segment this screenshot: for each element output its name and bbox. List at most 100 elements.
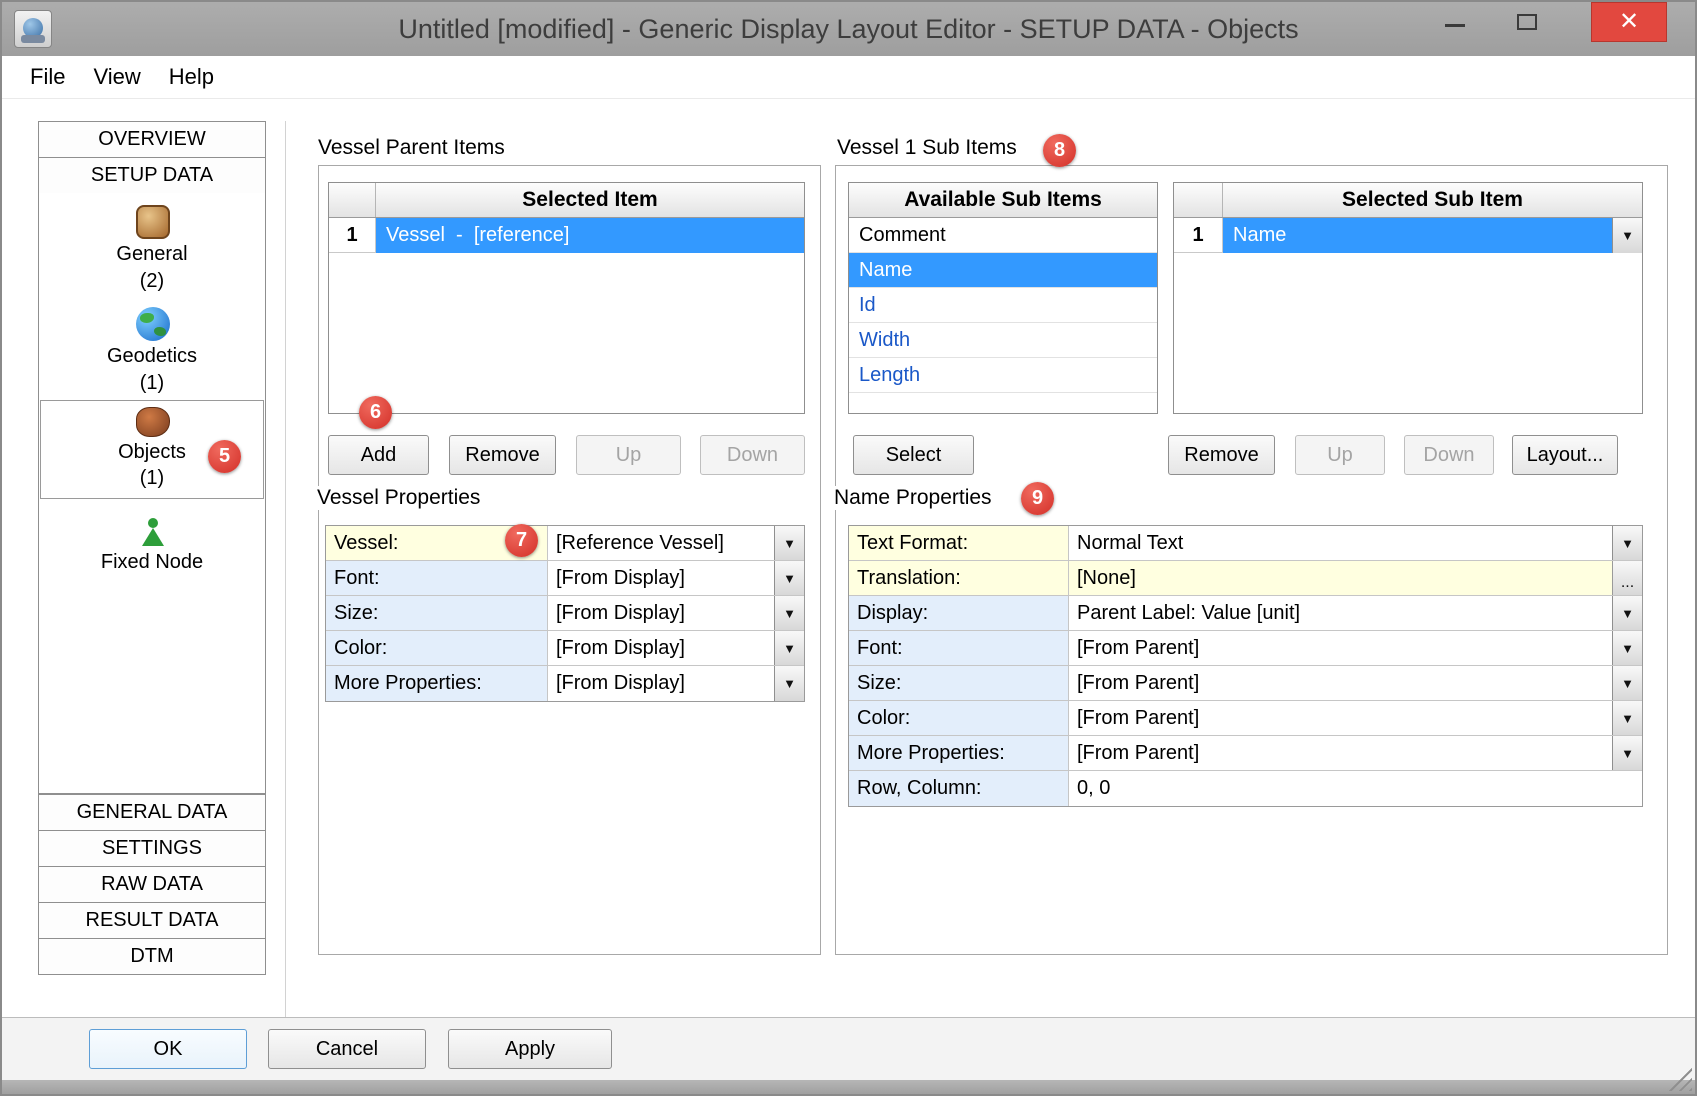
size-value[interactable]: [From Display] bbox=[548, 596, 774, 630]
sidebar-item-overview[interactable]: OVERVIEW bbox=[38, 121, 266, 158]
display-row[interactable]: Display: Parent Label: Value [unit] ▼ bbox=[849, 596, 1642, 631]
color-row[interactable]: Color: [From Display] ▼ bbox=[326, 631, 804, 666]
up-button[interactable]: Up bbox=[576, 435, 681, 475]
fixed-node-head-icon bbox=[148, 518, 158, 528]
size-dropdown-icon[interactable]: ▼ bbox=[774, 596, 804, 630]
name-size-dropdown-icon[interactable]: ▼ bbox=[1612, 666, 1642, 700]
cancel-button[interactable]: Cancel bbox=[268, 1029, 426, 1069]
font-label: Font: bbox=[326, 561, 548, 595]
remove-button[interactable]: Remove bbox=[449, 435, 556, 475]
sidebar-item-general[interactable]: General bbox=[39, 243, 265, 266]
font-value[interactable]: [From Display] bbox=[548, 561, 774, 595]
content-divider bbox=[285, 121, 286, 1017]
name-color-label: Color: bbox=[849, 701, 1069, 735]
menu-file[interactable]: File bbox=[20, 60, 75, 94]
maximize-button[interactable] bbox=[1499, 2, 1555, 42]
more-properties-dropdown-icon[interactable]: ▼ bbox=[774, 666, 804, 701]
sidebar-item-dtm[interactable]: DTM bbox=[38, 938, 266, 975]
sidebar-item-general-data[interactable]: GENERAL DATA bbox=[38, 794, 266, 831]
name-more-properties-value[interactable]: [From Parent] bbox=[1069, 736, 1612, 770]
row-column-row[interactable]: Row, Column: 0, 0 bbox=[849, 771, 1642, 806]
name-size-label: Size: bbox=[849, 666, 1069, 700]
text-format-dropdown-icon[interactable]: ▼ bbox=[1612, 526, 1642, 560]
name-properties-table: Text Format: Normal Text ▼ Translation: … bbox=[848, 525, 1643, 807]
general-icon[interactable] bbox=[136, 205, 170, 239]
add-button[interactable]: Add bbox=[328, 435, 429, 475]
name-size-value[interactable]: [From Parent] bbox=[1069, 666, 1612, 700]
size-row[interactable]: Size: [From Display] ▼ bbox=[326, 596, 804, 631]
menu-view[interactable]: View bbox=[83, 60, 150, 94]
sub-up-button[interactable]: Up bbox=[1295, 435, 1385, 475]
list-item-id[interactable]: Id bbox=[849, 288, 1157, 323]
minimize-button[interactable] bbox=[1427, 2, 1483, 42]
name-color-dropdown-icon[interactable]: ▼ bbox=[1612, 701, 1642, 735]
list-item-comment[interactable]: Comment bbox=[849, 218, 1157, 253]
translation-value[interactable]: [None] bbox=[1069, 561, 1612, 595]
list-item-length[interactable]: Length bbox=[849, 358, 1157, 393]
table-row[interactable]: 1 Name ▼ bbox=[1174, 218, 1642, 253]
font-row[interactable]: Font: [From Display] ▼ bbox=[326, 561, 804, 596]
list-item-width[interactable]: Width bbox=[849, 323, 1157, 358]
select-button[interactable]: Select bbox=[853, 435, 974, 475]
geodetics-icon[interactable] bbox=[136, 307, 170, 341]
list-item-name[interactable]: Name bbox=[849, 253, 1157, 288]
name-color-value[interactable]: [From Parent] bbox=[1069, 701, 1612, 735]
sidebar-item-setup-data[interactable]: SETUP DATA bbox=[38, 157, 266, 194]
name-font-dropdown-icon[interactable]: ▼ bbox=[1612, 631, 1642, 665]
name-font-row[interactable]: Font: [From Parent] ▼ bbox=[849, 631, 1642, 666]
sidebar-item-raw-data[interactable]: RAW DATA bbox=[38, 866, 266, 903]
row-column-value[interactable]: 0, 0 bbox=[1069, 771, 1642, 806]
vessel-dropdown-icon[interactable]: ▼ bbox=[774, 526, 804, 560]
available-sub-items-list[interactable]: Available Sub Items Comment Name Id Widt… bbox=[848, 182, 1158, 414]
selected-sub-item-dropdown-icon[interactable]: ▼ bbox=[1612, 218, 1642, 253]
close-button[interactable]: ✕ bbox=[1591, 2, 1667, 42]
ok-button[interactable]: OK bbox=[89, 1029, 247, 1069]
geodetics-count: (1) bbox=[39, 372, 265, 395]
sidebar-item-geodetics[interactable]: Geodetics bbox=[39, 345, 265, 368]
objects-icon bbox=[136, 407, 170, 437]
window-bottom-frame bbox=[2, 1080, 1695, 1094]
more-properties-row[interactable]: More Properties: [From Display] ▼ bbox=[326, 666, 804, 701]
name-font-value[interactable]: [From Parent] bbox=[1069, 631, 1612, 665]
menu-help[interactable]: Help bbox=[159, 60, 224, 94]
annotation-badge-8: 8 bbox=[1043, 134, 1076, 167]
name-size-row[interactable]: Size: [From Parent] ▼ bbox=[849, 666, 1642, 701]
table-row[interactable]: 1 Vessel - [reference] bbox=[329, 218, 804, 253]
font-dropdown-icon[interactable]: ▼ bbox=[774, 561, 804, 595]
vessel-value[interactable]: [Reference Vessel] bbox=[548, 526, 774, 560]
vessel-properties-label: Vessel Properties bbox=[315, 486, 482, 510]
selected-sub-item-table[interactable]: Selected Sub Item 1 Name ▼ bbox=[1173, 182, 1643, 414]
layout-button[interactable]: Layout... bbox=[1512, 435, 1618, 475]
sub-remove-button[interactable]: Remove bbox=[1168, 435, 1275, 475]
name-more-properties-dropdown-icon[interactable]: ▼ bbox=[1612, 736, 1642, 770]
sidebar-item-fixed-node[interactable]: Fixed Node bbox=[39, 551, 265, 574]
selected-item-value[interactable]: Vessel - [reference] bbox=[376, 218, 804, 253]
more-properties-value[interactable]: [From Display] bbox=[548, 666, 774, 701]
row-index: 1 bbox=[329, 218, 376, 253]
name-properties-label: Name Properties bbox=[832, 486, 994, 510]
color-dropdown-icon[interactable]: ▼ bbox=[774, 631, 804, 665]
text-format-row[interactable]: Text Format: Normal Text ▼ bbox=[849, 526, 1642, 561]
selected-item-table[interactable]: Selected Item 1 Vessel - [reference] bbox=[328, 182, 805, 414]
titlebar[interactable]: Untitled [modified] - Generic Display La… bbox=[2, 2, 1695, 56]
vessel-row[interactable]: Vessel: [Reference Vessel] ▼ bbox=[326, 526, 804, 561]
annotation-badge-6: 6 bbox=[359, 396, 392, 429]
translation-browse-button[interactable]: ... bbox=[1612, 561, 1642, 595]
sidebar-item-result-data[interactable]: RESULT DATA bbox=[38, 902, 266, 939]
down-button[interactable]: Down bbox=[700, 435, 805, 475]
sidebar-item-settings[interactable]: SETTINGS bbox=[38, 830, 266, 867]
selected-item-table-header: Selected Item bbox=[329, 183, 804, 218]
apply-button[interactable]: Apply bbox=[448, 1029, 612, 1069]
display-dropdown-icon[interactable]: ▼ bbox=[1612, 596, 1642, 630]
color-value[interactable]: [From Display] bbox=[548, 631, 774, 665]
name-more-properties-row[interactable]: More Properties: [From Parent] ▼ bbox=[849, 736, 1642, 771]
selected-sub-item-value[interactable]: Name bbox=[1223, 218, 1612, 253]
display-value[interactable]: Parent Label: Value [unit] bbox=[1069, 596, 1612, 630]
fixed-node-icon[interactable] bbox=[142, 518, 164, 548]
text-format-value[interactable]: Normal Text bbox=[1069, 526, 1612, 560]
selected-sub-item-column-header: Selected Sub Item bbox=[1223, 183, 1642, 217]
annotation-badge-7: 7 bbox=[505, 524, 538, 557]
name-color-row[interactable]: Color: [From Parent] ▼ bbox=[849, 701, 1642, 736]
sub-down-button[interactable]: Down bbox=[1404, 435, 1494, 475]
translation-row[interactable]: Translation: [None] ... bbox=[849, 561, 1642, 596]
